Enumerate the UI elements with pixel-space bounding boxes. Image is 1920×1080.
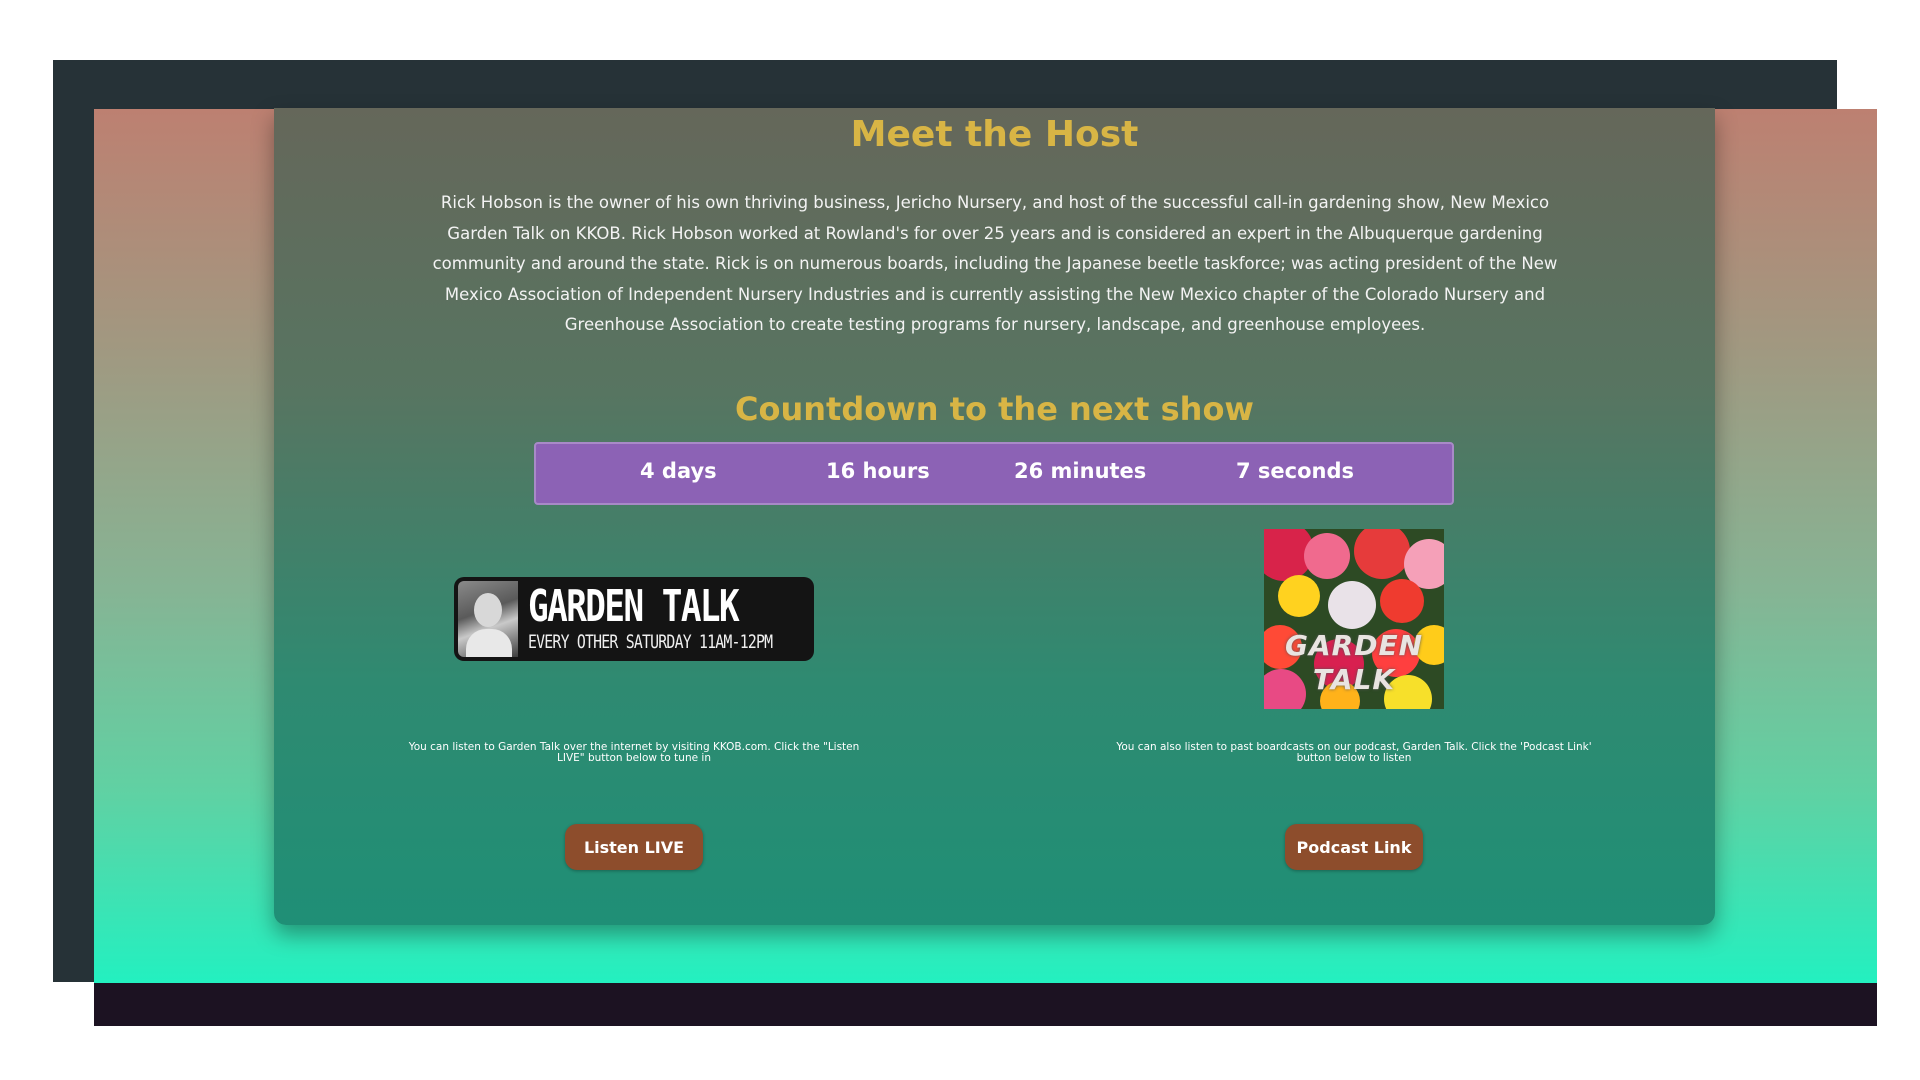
host-photo [458,581,518,657]
host-bio-text: Rick Hobson is the owner of his own thri… [432,193,1558,334]
countdown-hours: 16 hours [826,459,930,483]
meet-the-host-title: Meet the Host [850,114,1139,155]
countdown-minutes: 26 minutes [1014,459,1147,483]
host-section-card: Meet the Host Rick Hobson is the owner o… [274,108,1715,925]
countdown-title: Countdown to the next show [735,390,1254,428]
podcast-note: You can also listen to past boardcasts o… [1116,741,1592,764]
garden-talk-banner: GARDEN TALK EVERY OTHER SATURDAY 11AM-12… [454,577,814,661]
countdown-days: 4 days [640,459,717,483]
listen-live-note: You can listen to Garden Talk over the i… [408,741,860,764]
podcast-link-button[interactable]: Podcast Link [1285,824,1423,870]
countdown-timer: 4 days 16 hours 26 minutes 7 seconds [534,442,1454,505]
listen-live-button[interactable]: Listen LIVE [565,824,703,870]
podcast-artwork-text: GARDEN TALK [1284,629,1423,696]
banner-title: GARDEN TALK [528,581,740,632]
banner-schedule: EVERY OTHER SATURDAY 11AM-12PM [528,631,773,653]
podcast-artwork: GARDEN TALK [1264,529,1444,709]
countdown-seconds: 7 seconds [1236,459,1355,483]
footer-bar [94,983,1877,1026]
